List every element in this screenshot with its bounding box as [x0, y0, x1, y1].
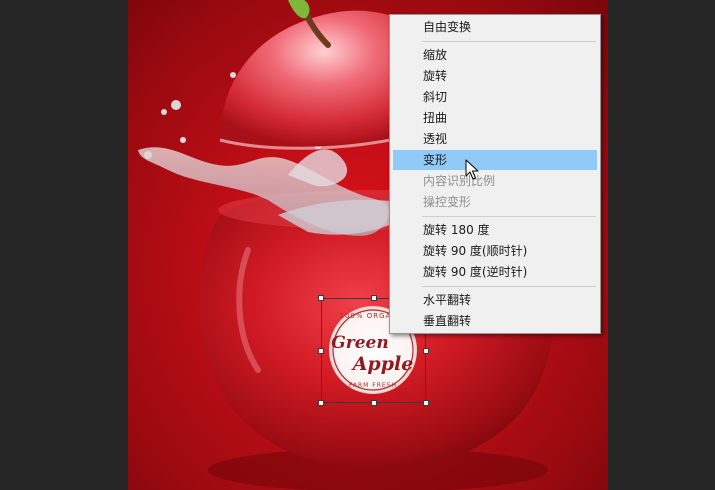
photoshop-workspace: 100% ORGANIC Green Apple FARM FRESH 自由变换… [0, 0, 715, 490]
transform-handle-bottom-right[interactable] [423, 400, 429, 406]
menu-separator [422, 286, 596, 287]
menu-separator [422, 216, 596, 217]
menu-separator [422, 41, 596, 42]
menu-item-skew[interactable]: 斜切 [393, 87, 597, 107]
menu-item-puppet-warp: 操控变形 [423, 195, 472, 209]
menu-item-rotate[interactable]: 旋转 [393, 66, 597, 86]
transform-handle-middle-left[interactable] [318, 348, 324, 354]
arrow-cursor-icon [465, 159, 479, 180]
menu-item-content-aware-scale: 内容识别比例 [423, 174, 496, 188]
menu-item-flip-vertical[interactable]: 垂直翻转 [393, 311, 597, 331]
menu-item-flip-horizontal[interactable]: 水平翻转 [393, 290, 597, 310]
menu-item-scale[interactable]: 缩放 [393, 45, 597, 65]
transform-handle-bottom-left[interactable] [318, 400, 324, 406]
menu-item-warp[interactable]: 变形 [393, 150, 597, 170]
menu-item-rotate-90-cw[interactable]: 旋转 90 度(顺时针) [393, 241, 597, 261]
menu-item-perspective[interactable]: 透视 [393, 129, 597, 149]
transform-handle-top-left[interactable] [318, 295, 324, 301]
menu-item-distort[interactable]: 扭曲 [393, 108, 597, 128]
menu-item-rotate-90-ccw[interactable]: 旋转 90 度(逆时针) [393, 262, 597, 282]
transform-context-menu: 自由变换 缩放 旋转 斜切 扭曲 透视 变形 内容识别比例 操控变形 旋转 18… [389, 14, 601, 334]
pasteboard-right [608, 0, 715, 490]
transform-handle-middle-right[interactable] [423, 348, 429, 354]
menu-item-rotate-180[interactable]: 旋转 180 度 [393, 220, 597, 240]
menu-item-free-transform[interactable]: 自由变换 [393, 17, 597, 37]
transform-handle-bottom-middle[interactable] [371, 400, 377, 406]
apple-leaf [288, 0, 310, 19]
pasteboard-left [0, 0, 128, 490]
transform-handle-top-middle[interactable] [371, 295, 377, 301]
